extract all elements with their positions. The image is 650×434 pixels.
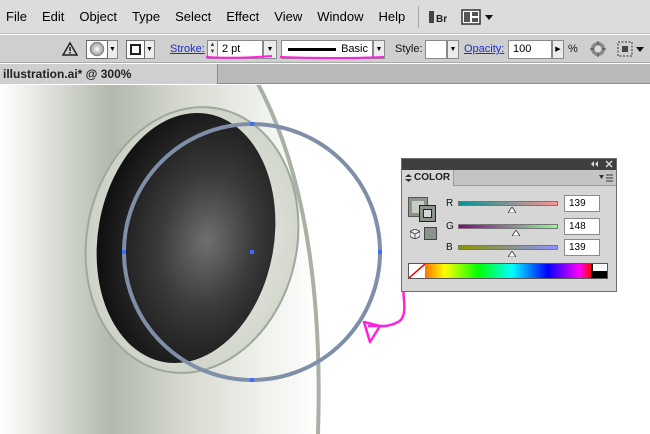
color-spectrum[interactable] <box>408 263 608 279</box>
opacity-control: 100 ▶ % <box>508 39 578 59</box>
anchor-point-left <box>122 250 126 254</box>
menu-help[interactable]: Help <box>372 0 414 34</box>
menu-window[interactable]: Window <box>311 0 372 34</box>
warning-icon <box>62 41 78 56</box>
blue-channel-row: B <box>446 239 558 257</box>
recolor-wheel-icon <box>590 41 606 57</box>
blue-value-field[interactable]: 139 <box>564 239 600 256</box>
chevron-down-icon <box>636 47 644 52</box>
white-swatch[interactable] <box>593 264 607 271</box>
opacity-label[interactable]: Opacity: <box>464 43 504 55</box>
fill-gradient-icon <box>89 41 105 57</box>
menu-view[interactable]: View <box>268 0 311 34</box>
stroke-color-swatch[interactable] <box>419 205 436 222</box>
panel-menu-icon[interactable] <box>599 173 613 183</box>
red-value-field[interactable]: 139 <box>564 195 600 212</box>
anchor-point-right <box>378 250 382 254</box>
opacity-unit: % <box>568 43 578 55</box>
annotation-arrowhead <box>362 320 382 344</box>
none-swatch[interactable] <box>408 263 426 279</box>
svg-text:Br: Br <box>436 14 447 25</box>
menu-file[interactable]: File <box>0 0 36 34</box>
stroke-weight-dropdown[interactable]: ▼ <box>263 39 277 59</box>
collapse-panel-icon[interactable] <box>590 160 600 168</box>
green-label: G <box>446 220 454 232</box>
green-slider[interactable] <box>458 223 558 236</box>
stroke-dropdown-arrow[interactable]: ▼ <box>145 39 155 59</box>
fill-color-control[interactable]: ▼ <box>86 39 118 59</box>
color-panel-tabrow: COLOR <box>402 170 616 186</box>
color-tab-label: COLOR <box>414 172 451 183</box>
blue-slider[interactable] <box>458 244 558 257</box>
updown-arrows-icon <box>405 174 412 182</box>
stroke-weight-stepper[interactable]: ▲ ▼ <box>207 39 217 59</box>
stroke-weight-control: ▲ ▼ 2 pt ▼ <box>207 39 277 59</box>
menu-object[interactable]: Object <box>73 0 126 34</box>
center-point <box>250 250 254 254</box>
stroke-color-control[interactable]: ▼ <box>126 39 155 59</box>
graphic-style-dropdown[interactable]: ▼ <box>447 39 459 59</box>
arrange-documents-icon <box>461 8 481 25</box>
menu-type[interactable]: Type <box>126 0 169 34</box>
last-color-swatch[interactable] <box>424 227 437 240</box>
none-slash-icon <box>408 263 426 279</box>
brush-label: Basic <box>341 42 368 55</box>
brush-definition-field[interactable]: Basic <box>281 39 373 59</box>
cube-icon[interactable] <box>410 229 420 239</box>
green-slider-thumb[interactable] <box>511 229 520 236</box>
warning-button[interactable] <box>62 39 78 59</box>
black-swatch-lower[interactable] <box>593 271 607 278</box>
fill-swatch[interactable] <box>86 39 108 59</box>
stroke-label[interactable]: Stroke: <box>170 43 205 55</box>
anchor-point-bottom <box>250 378 254 382</box>
red-slider-thumb[interactable] <box>508 206 517 213</box>
menu-edit[interactable]: Edit <box>36 0 73 34</box>
red-channel-row: R <box>446 195 558 213</box>
stroke-weight-field[interactable]: 2 pt <box>217 39 263 59</box>
blue-slider-thumb[interactable] <box>508 250 517 257</box>
align-options-icon <box>617 41 633 57</box>
blue-label: B <box>446 241 453 253</box>
close-panel-icon[interactable] <box>605 160 613 168</box>
opacity-field[interactable]: 100 <box>508 39 552 59</box>
red-slider[interactable] <box>458 200 558 213</box>
menu-bar: File Edit Object Type Select Effect View… <box>0 0 650 34</box>
bridge-button[interactable]: Br <box>427 6 453 28</box>
document-tab[interactable]: illustration.ai* @ 300% (RGB/Preview) <box>0 64 218 101</box>
recolor-artwork-button[interactable] <box>589 39 607 59</box>
arrange-documents-button[interactable] <box>461 6 494 28</box>
graphic-style-swatch[interactable] <box>425 39 447 59</box>
chevron-down-icon <box>485 14 494 20</box>
color-panel-titlebar[interactable] <box>402 159 616 170</box>
document-tab-bar: illustration.ai* @ 300% (RGB/Preview) <box>0 64 650 101</box>
stroke-swatch-icon <box>130 43 141 55</box>
align-options-button[interactable] <box>616 39 644 59</box>
tab-color[interactable]: COLOR <box>402 170 454 186</box>
brush-definition-control[interactable]: Basic ▼ <box>281 39 385 59</box>
brush-dropdown[interactable]: ▼ <box>373 39 385 59</box>
style-label: Style: <box>395 43 423 55</box>
stroke-swatch[interactable] <box>126 39 145 59</box>
graphic-style-control[interactable]: ▼ <box>425 39 459 59</box>
menu-effect[interactable]: Effect <box>220 0 268 34</box>
color-panel: COLOR R 139 G 148 B 139 <box>401 158 617 292</box>
control-bar: ▼ ▼ Stroke: ▲ ▼ 2 pt ▼ Basic ▼ Style: ▼ O… <box>0 35 650 63</box>
green-channel-row: G <box>446 218 558 236</box>
brush-stroke-preview <box>288 47 336 51</box>
opacity-dropdown[interactable]: ▶ <box>552 39 564 59</box>
anchor-point-top <box>250 122 254 126</box>
fill-dropdown-arrow[interactable]: ▼ <box>108 39 118 59</box>
bridge-icon: Br <box>429 10 447 25</box>
stroke-swatch-inner <box>423 209 432 218</box>
menu-select[interactable]: Select <box>169 0 220 34</box>
menu-separator <box>418 5 420 28</box>
green-value-field[interactable]: 148 <box>564 218 600 235</box>
red-label: R <box>446 197 454 209</box>
